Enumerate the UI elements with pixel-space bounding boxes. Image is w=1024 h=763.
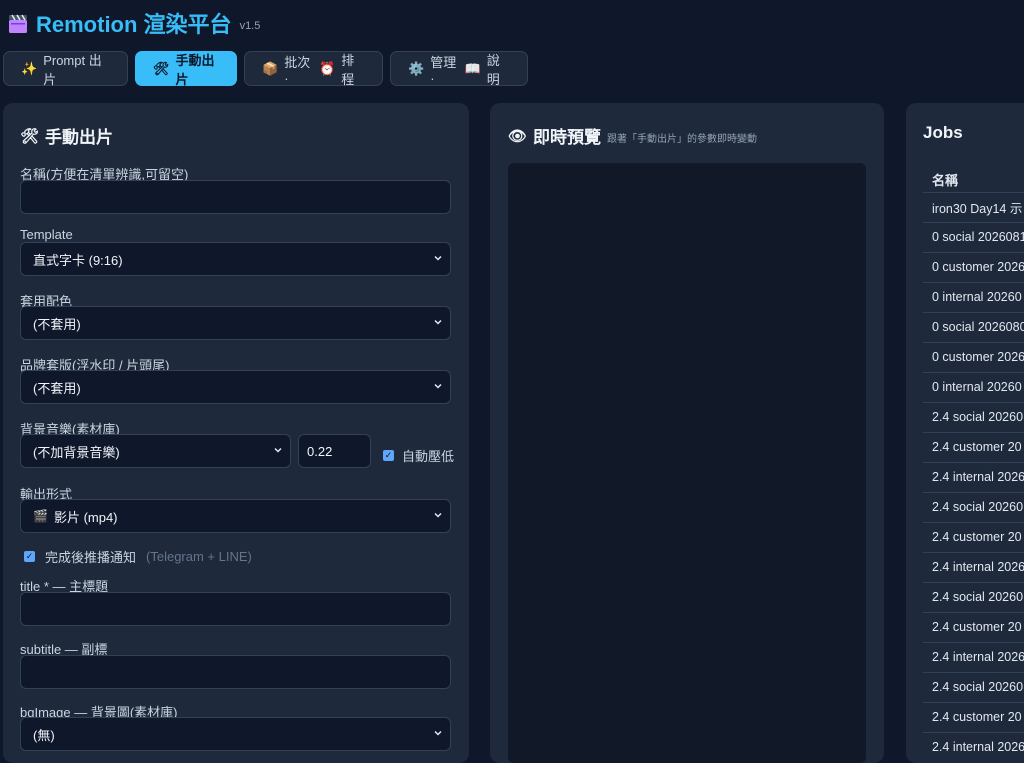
palette-select[interactable]: (不套用)	[20, 306, 451, 340]
brand-select[interactable]: (不套用)	[20, 370, 451, 404]
panel-title: 🛠 手動出片	[20, 123, 113, 148]
chevron-down-icon	[274, 447, 282, 453]
app-header: Remotion 渲染平台 v1.5	[8, 8, 260, 38]
table-row[interactable]: 2.4 internal 2026	[923, 732, 1024, 761]
table-row[interactable]: 2.4 social 20260	[923, 492, 1024, 521]
preview-panel: 👁 即時預覽 跟著「手動出片」的參數即時變動	[490, 103, 884, 763]
table-row[interactable]: 2.4 internal 2026	[923, 552, 1024, 581]
table-row[interactable]: 0 customer 2026	[923, 252, 1024, 281]
tab-label: 管理 ·	[430, 54, 457, 86]
checkbox-checked-icon[interactable]: ✓	[24, 551, 35, 562]
tools-icon: 🛠	[153, 60, 170, 76]
gear-icon: ⚙️	[408, 60, 425, 76]
clapperboard-icon: 🎬	[33, 509, 48, 523]
tab-label: 手動出片	[175, 52, 215, 87]
music-select[interactable]: (不加背景音樂)	[20, 434, 291, 468]
brand-select-value: (不套用)	[33, 380, 81, 396]
eye-icon: 👁	[508, 127, 528, 145]
jobs-title: Jobs	[923, 123, 963, 142]
table-row[interactable]: 2.4 internal 2026	[923, 462, 1024, 491]
chevron-down-icon	[434, 255, 442, 261]
table-row[interactable]: 2.4 customer 20	[923, 432, 1024, 461]
table-row[interactable]: iron30 Day14 示	[923, 192, 1024, 221]
table-row[interactable]: 2.4 social 20260	[923, 402, 1024, 431]
tab-manual[interactable]: 🛠 手動出片	[135, 51, 237, 87]
tab-label: Prompt 出片	[43, 52, 102, 87]
music-select-value: (不加背景音樂)	[33, 444, 120, 460]
title-input[interactable]	[20, 592, 451, 626]
table-row[interactable]: 0 social 2026081	[923, 222, 1024, 251]
jobs-column-name: 名稱	[932, 173, 959, 188]
template-select[interactable]: 直式字卡 (9:16)	[20, 242, 451, 276]
tab-batch-schedule[interactable]: 📦 批次 · ⏰ 排程	[244, 51, 383, 87]
tools-icon: 🛠	[20, 127, 40, 145]
table-row[interactable]: 2.4 internal 2026	[923, 642, 1024, 671]
tab-label-2: 說明	[486, 52, 500, 87]
tab-bar: ✨ Prompt 出片 🛠 手動出片 📦 批次 · ⏰ 排程 ⚙️ 管理 · 📖…	[3, 51, 528, 87]
notify-hint: (Telegram + LINE)	[146, 549, 252, 564]
table-row[interactable]: 0 customer 2026	[923, 342, 1024, 371]
template-select-value: 直式字卡 (9:16)	[33, 252, 123, 268]
subtitle-input[interactable]	[20, 655, 451, 689]
palette-select-value: (不套用)	[33, 316, 81, 332]
alarm-clock-icon: ⏰	[319, 60, 336, 76]
output-select[interactable]: 🎬 影片 (mp4)	[20, 499, 451, 533]
version-label: v1.5	[239, 20, 261, 32]
tab-label: 批次 ·	[284, 54, 311, 86]
auto-duck-label: 自動壓低	[402, 449, 455, 464]
table-row[interactable]: 0 internal 20260	[923, 372, 1024, 401]
chevron-down-icon	[434, 319, 442, 325]
package-icon: 📦	[262, 60, 279, 76]
notify-label: 完成後推播通知	[45, 550, 137, 565]
panel-title-text: 手動出片	[45, 128, 114, 147]
auto-duck-toggle[interactable]: ✓ 自動壓低	[383, 446, 454, 465]
tab-label-2: 排程	[341, 52, 355, 87]
music-volume-input[interactable]: 0.22	[298, 434, 371, 468]
chevron-down-icon	[434, 730, 442, 736]
table-row[interactable]: 2.4 customer 20	[923, 612, 1024, 641]
output-select-value: 影片 (mp4)	[53, 509, 118, 525]
clapperboard-icon	[9, 14, 27, 33]
preview-hint: 跟著「手動出片」的參數即時變動	[607, 134, 758, 145]
checkbox-checked-icon[interactable]: ✓	[383, 450, 394, 461]
notify-toggle[interactable]: ✓ 完成後推播通知 (Telegram + LINE)	[24, 547, 252, 566]
table-row[interactable]: 0 social 2026080	[923, 312, 1024, 341]
table-row[interactable]: 2.4 customer 20	[923, 702, 1024, 731]
book-icon: 📖	[464, 60, 481, 76]
table-row[interactable]: 0 internal 20260	[923, 282, 1024, 311]
chevron-down-icon	[434, 512, 442, 518]
preview-title-text: 即時預覽	[533, 128, 602, 147]
preview-title: 👁 即時預覽 跟著「手動出片」的參數即時變動	[508, 123, 757, 148]
chevron-down-icon	[434, 383, 442, 389]
table-row[interactable]: 2.4 customer 20	[923, 522, 1024, 551]
preview-canvas	[508, 163, 866, 763]
sparkles-icon: ✨	[21, 60, 38, 76]
table-row[interactable]: 2.4 social 20260	[923, 672, 1024, 701]
tab-admin-help[interactable]: ⚙️ 管理 · 📖 說明	[390, 51, 528, 87]
bgimage-select-value: (無)	[33, 727, 55, 743]
app-title: Remotion 渲染平台	[36, 12, 232, 37]
jobs-panel: Jobs 名稱 iron30 Day14 示0 social 2026081 0 …	[906, 103, 1024, 763]
manual-render-panel: 🛠 手動出片 名稱(方便在清單辨識,可留空) Template 直式字卡 (9:…	[3, 103, 469, 763]
table-row[interactable]: 2.4 social 20260	[923, 582, 1024, 611]
tab-prompt[interactable]: ✨ Prompt 出片	[3, 51, 128, 87]
music-volume-value: 0.22	[307, 443, 333, 459]
name-input[interactable]	[20, 180, 451, 214]
template-label: Template	[20, 227, 73, 242]
